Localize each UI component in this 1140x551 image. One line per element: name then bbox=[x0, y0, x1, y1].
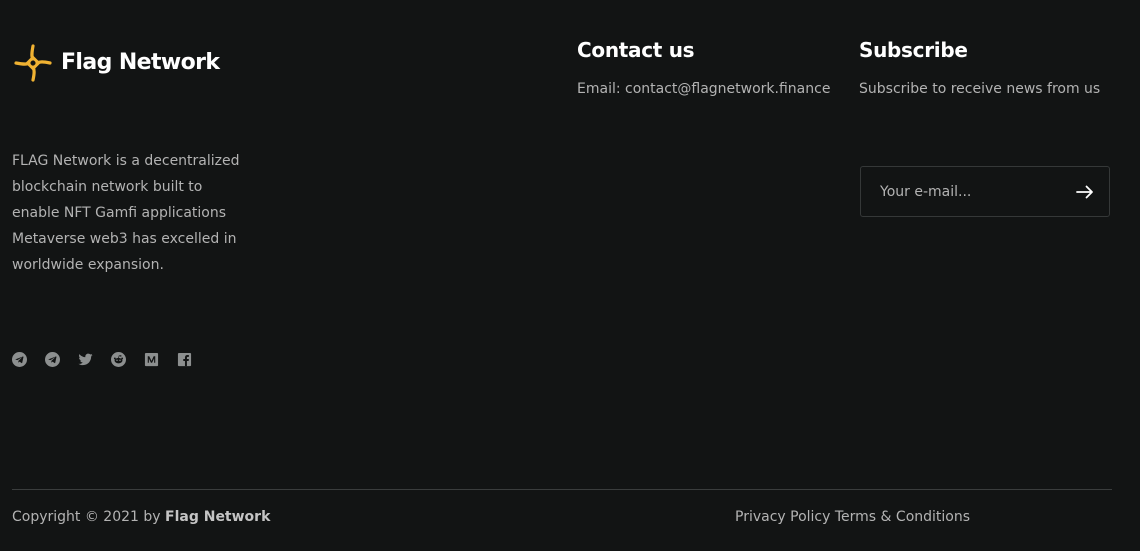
contact-email[interactable]: Email: contact@flagnetwork.finance bbox=[577, 82, 830, 96]
social-links bbox=[12, 352, 210, 367]
subscribe-heading: Subscribe bbox=[859, 38, 968, 62]
reddit-icon[interactable] bbox=[111, 352, 126, 367]
brand-name: Flag Network bbox=[61, 50, 220, 75]
subscribe-description: Subscribe to receive news from us bbox=[859, 81, 1101, 97]
terms-conditions-link[interactable]: Terms & Conditions bbox=[835, 509, 970, 525]
legal-links: Privacy Policy Terms & Conditions bbox=[735, 510, 970, 524]
subscribe-form bbox=[860, 166, 1110, 217]
twitter-icon[interactable] bbox=[78, 352, 93, 367]
medium-icon[interactable] bbox=[144, 352, 159, 367]
brand-logo-link[interactable]: Flag Network bbox=[12, 42, 220, 84]
arrow-right-icon bbox=[1076, 185, 1094, 199]
facebook-icon[interactable] bbox=[177, 352, 192, 367]
about-text: FLAG Network is a decentralized blockcha… bbox=[12, 153, 240, 273]
copyright-brand: Flag Network bbox=[165, 509, 271, 525]
subscribe-submit-button[interactable] bbox=[1061, 167, 1109, 216]
copyright-text: Copyright © 2021 by Flag Network bbox=[12, 510, 270, 524]
contact-heading: Contact us bbox=[577, 38, 695, 62]
flag-network-logo-icon bbox=[12, 42, 54, 84]
footer-divider bbox=[12, 489, 1112, 490]
telegram-icon[interactable] bbox=[12, 352, 27, 367]
privacy-policy-link[interactable]: Privacy Policy bbox=[735, 509, 830, 525]
telegram-icon[interactable] bbox=[45, 352, 60, 367]
email-input[interactable] bbox=[861, 167, 1061, 216]
copyright-prefix: Copyright © 2021 by bbox=[12, 509, 166, 525]
